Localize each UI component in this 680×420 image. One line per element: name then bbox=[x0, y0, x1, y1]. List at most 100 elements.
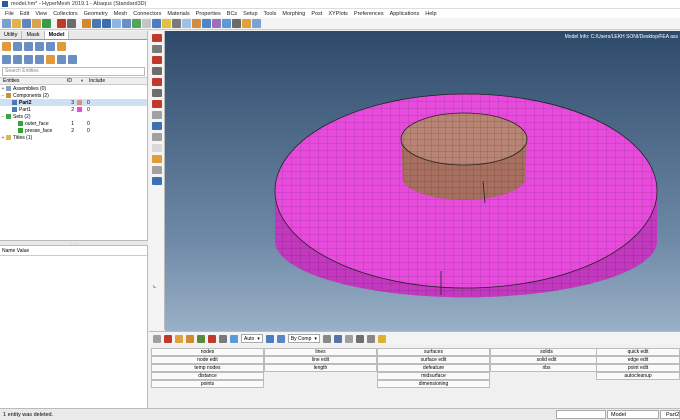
col-include[interactable]: Include bbox=[86, 78, 105, 84]
geometry-color-icon[interactable] bbox=[265, 334, 274, 343]
graphics-viewport[interactable]: Model Info: C:/Users/LEKH SONI/Desktop/F… bbox=[165, 31, 680, 331]
panel-button-temp-nodes[interactable]: temp nodes bbox=[151, 364, 264, 372]
panel-button-nodes[interactable]: nodes bbox=[151, 348, 264, 356]
menu-tools[interactable]: Tools bbox=[261, 11, 280, 17]
menu-help[interactable]: Help bbox=[422, 11, 439, 17]
panel-button-node-edit[interactable]: node edit bbox=[151, 356, 264, 364]
panel-button-midsurface[interactable]: midsurface bbox=[377, 372, 490, 380]
tool-13-icon[interactable] bbox=[152, 166, 162, 174]
tree-row-part1[interactable]: Part1 2 0 bbox=[0, 106, 147, 113]
menu-preferences[interactable]: Preferences bbox=[351, 11, 387, 17]
panel-button-point-edit[interactable]: point edit bbox=[596, 364, 680, 372]
tool-6-icon[interactable] bbox=[152, 89, 162, 97]
menu-properties[interactable]: Properties bbox=[193, 11, 224, 17]
tool-2-icon[interactable] bbox=[152, 45, 162, 53]
surface-icon[interactable] bbox=[186, 334, 194, 343]
solid-icon[interactable] bbox=[197, 334, 205, 343]
menu-mesh[interactable]: Mesh bbox=[111, 11, 130, 17]
tree-row-outer-face[interactable]: outer_face 1 0 bbox=[0, 120, 147, 127]
col-id[interactable]: ID bbox=[64, 78, 78, 84]
search-entities-input[interactable]: Search Entities bbox=[2, 67, 145, 76]
panel-button-solid-edit[interactable]: solid edit bbox=[490, 356, 603, 364]
panel-button-surface-edit[interactable]: surface edit bbox=[377, 356, 490, 364]
shading-icon[interactable] bbox=[276, 334, 285, 343]
view-icon[interactable] bbox=[102, 19, 111, 28]
export-icon[interactable] bbox=[42, 19, 51, 28]
mesh-mode-icon[interactable] bbox=[322, 334, 331, 343]
panel-button-lines[interactable]: lines bbox=[264, 348, 377, 356]
panel-button-surfaces[interactable]: surfaces bbox=[377, 348, 490, 356]
line-icon[interactable] bbox=[175, 334, 183, 343]
wireframe-icon[interactable] bbox=[202, 19, 211, 28]
menu-xyplots[interactable]: XYPlots bbox=[325, 11, 351, 17]
tool-3-icon[interactable] bbox=[152, 56, 162, 64]
hide-icon[interactable] bbox=[13, 55, 22, 64]
render-icon[interactable] bbox=[230, 334, 238, 343]
section-icon[interactable] bbox=[242, 19, 251, 28]
panel-button-points[interactable]: points bbox=[151, 380, 264, 388]
menu-geometry[interactable]: Geometry bbox=[81, 11, 111, 17]
menu-connectors[interactable]: Connectors bbox=[130, 11, 164, 17]
menu-collectors[interactable]: Collectors bbox=[50, 11, 80, 17]
tool-9-icon[interactable] bbox=[152, 122, 162, 130]
tool-5-icon[interactable] bbox=[152, 78, 162, 86]
mask-icon[interactable] bbox=[222, 19, 231, 28]
auto-dropdown[interactable]: Auto ▾ bbox=[241, 334, 263, 343]
tool-11-icon[interactable] bbox=[152, 144, 162, 152]
rotate-icon[interactable] bbox=[172, 19, 181, 28]
node-icon[interactable] bbox=[153, 334, 161, 343]
pan-icon[interactable] bbox=[182, 19, 191, 28]
undo-icon[interactable] bbox=[57, 19, 66, 28]
clip-icon[interactable] bbox=[252, 19, 261, 28]
col-entities[interactable]: Entities bbox=[0, 78, 64, 84]
show-icon[interactable] bbox=[2, 55, 11, 64]
panel-splitter[interactable]: · · · bbox=[0, 240, 148, 247]
filter-icon[interactable] bbox=[35, 55, 44, 64]
top-view-icon[interactable] bbox=[122, 19, 131, 28]
tool-10-icon[interactable] bbox=[152, 133, 162, 141]
tool-12-icon[interactable] bbox=[152, 155, 162, 163]
panel-button-solids[interactable]: solids bbox=[490, 348, 603, 356]
tab-mask[interactable]: Mask bbox=[22, 31, 45, 39]
config-icon[interactable] bbox=[57, 55, 66, 64]
find-icon[interactable] bbox=[232, 19, 241, 28]
element-icon[interactable] bbox=[164, 334, 172, 343]
redo-icon[interactable] bbox=[67, 19, 76, 28]
panel-button-distance[interactable]: distance bbox=[151, 372, 264, 380]
menu-bcs[interactable]: BCs bbox=[224, 11, 240, 17]
tool-1-icon[interactable] bbox=[152, 34, 162, 42]
model-icon[interactable] bbox=[82, 19, 91, 28]
side-view-icon[interactable] bbox=[142, 19, 151, 28]
material-view-icon[interactable] bbox=[57, 42, 66, 51]
tree-view-icon[interactable] bbox=[35, 42, 44, 51]
tool-4-icon[interactable] bbox=[152, 67, 162, 75]
panel-button-line-edit[interactable]: line edit bbox=[264, 356, 377, 364]
tree-row-components[interactable]: − Components (2) bbox=[0, 92, 147, 99]
status-model[interactable]: Model bbox=[607, 410, 659, 419]
shade-icon[interactable] bbox=[192, 19, 201, 28]
fit-icon[interactable] bbox=[162, 19, 171, 28]
component-view-icon[interactable] bbox=[13, 42, 22, 51]
feature-lines-icon[interactable] bbox=[355, 334, 364, 343]
menu-edit[interactable]: Edit bbox=[17, 11, 32, 17]
panel-button-defeature[interactable]: defeature bbox=[377, 364, 490, 372]
panel-button-edge-edit[interactable]: edge edit bbox=[596, 356, 680, 364]
expand-all-icon[interactable] bbox=[46, 42, 55, 51]
component-color-swatch[interactable] bbox=[77, 107, 82, 112]
panel-button-dimensioning[interactable]: dimensioning bbox=[377, 380, 490, 388]
panel-button-autocleanup[interactable]: autocleanup bbox=[596, 372, 680, 380]
menu-view[interactable]: View bbox=[32, 11, 50, 17]
tab-utility[interactable]: Utility bbox=[0, 31, 23, 39]
color-icon[interactable] bbox=[46, 55, 55, 64]
menu-file[interactable]: File bbox=[2, 11, 17, 17]
open-icon[interactable] bbox=[12, 19, 21, 28]
tree-row-part2[interactable]: Part2 3 0 bbox=[0, 99, 147, 106]
folder-view-icon[interactable] bbox=[24, 42, 33, 51]
model-view-icon[interactable] bbox=[2, 42, 11, 51]
system-icon[interactable] bbox=[219, 334, 227, 343]
panel-button-length[interactable]: length bbox=[264, 364, 377, 372]
menu-materials[interactable]: Materials bbox=[164, 11, 192, 17]
transparency-icon[interactable] bbox=[212, 19, 221, 28]
panel-button-quick-edit[interactable]: quick edit bbox=[596, 348, 680, 356]
menu-post[interactable]: Post bbox=[308, 11, 325, 17]
